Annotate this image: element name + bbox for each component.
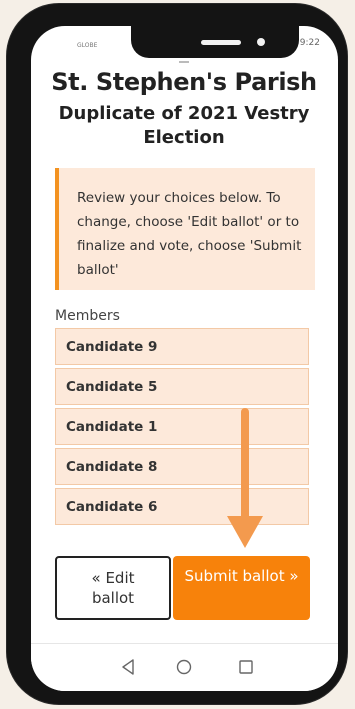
volume-up-button xyxy=(9,100,15,148)
election-title: Duplicate of 2021 Vestry Election xyxy=(58,103,310,148)
bixby-button xyxy=(9,214,15,266)
down-arrow-icon xyxy=(227,408,263,548)
edit-ballot-button[interactable]: « Edit ballot xyxy=(55,556,171,620)
candidate-name: Candidate 9 xyxy=(66,339,158,355)
submit-ballot-button[interactable]: Submit ballot » xyxy=(173,556,310,620)
candidate-name: Candidate 5 xyxy=(66,379,158,395)
volume-down-button xyxy=(9,156,15,204)
power-button xyxy=(339,144,345,214)
review-notice-text: Review your choices below. To change, ch… xyxy=(77,190,302,278)
candidate-name: Candidate 6 xyxy=(66,499,158,515)
recent-apps-icon[interactable] xyxy=(235,656,257,678)
list-item: Candidate 1 xyxy=(55,408,309,445)
list-item: Candidate 6 xyxy=(55,488,309,525)
pull-handle[interactable] xyxy=(179,61,189,63)
candidate-name: Candidate 8 xyxy=(66,459,158,475)
edit-ballot-label: « Edit ballot xyxy=(91,569,135,607)
phone-screen: GLOBE ⊘ 56 9:22 St. Stephen's Parish Dup… xyxy=(31,26,338,691)
review-notice: Review your choices below. To change, ch… xyxy=(55,168,315,290)
page-title: St. Stephen's Parish xyxy=(51,68,317,96)
members-label: Members xyxy=(55,308,120,324)
carrier-label: GLOBE xyxy=(77,42,98,49)
notch xyxy=(131,26,299,58)
list-item: Candidate 9 xyxy=(55,328,309,365)
phone-frame: GLOBE ⊘ 56 9:22 St. Stephen's Parish Dup… xyxy=(7,4,347,704)
home-icon[interactable] xyxy=(173,656,195,678)
submit-ballot-label: Submit ballot » xyxy=(184,567,299,585)
list-item: Candidate 8 xyxy=(55,448,309,485)
list-item: Candidate 5 xyxy=(55,368,309,405)
candidate-name: Candidate 1 xyxy=(66,419,158,435)
speaker-grille xyxy=(201,40,241,45)
clock: 9:22 xyxy=(299,38,320,48)
front-camera xyxy=(257,38,265,46)
back-icon[interactable] xyxy=(117,656,139,678)
android-nav-bar xyxy=(31,643,338,691)
